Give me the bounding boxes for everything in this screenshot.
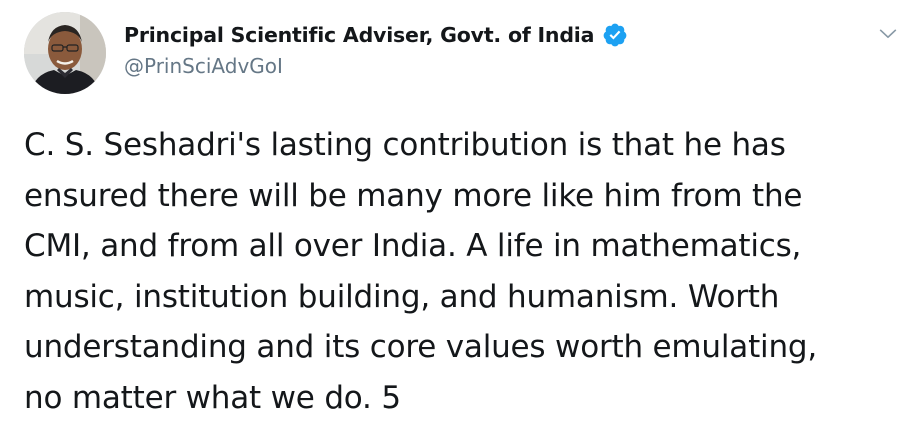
name-row: Principal Scientific Adviser, Govt. of I… — [124, 20, 840, 50]
author-handle[interactable]: @PrinSciAdvGoI — [124, 54, 840, 78]
tweet-card: Principal Scientific Adviser, Govt. of I… — [0, 0, 920, 419]
tweet-text: C. S. Seshadri's lasting contribution is… — [24, 127, 818, 416]
chevron-down-icon — [879, 29, 897, 39]
avatar[interactable] — [24, 12, 106, 94]
tweet-header: Principal Scientific Adviser, Govt. of I… — [124, 20, 840, 78]
tweet-menu-button[interactable] — [872, 18, 904, 50]
profile-photo-icon — [24, 12, 106, 94]
author-display-name[interactable]: Principal Scientific Adviser, Govt. of I… — [124, 23, 594, 47]
verified-badge-icon — [602, 22, 628, 48]
